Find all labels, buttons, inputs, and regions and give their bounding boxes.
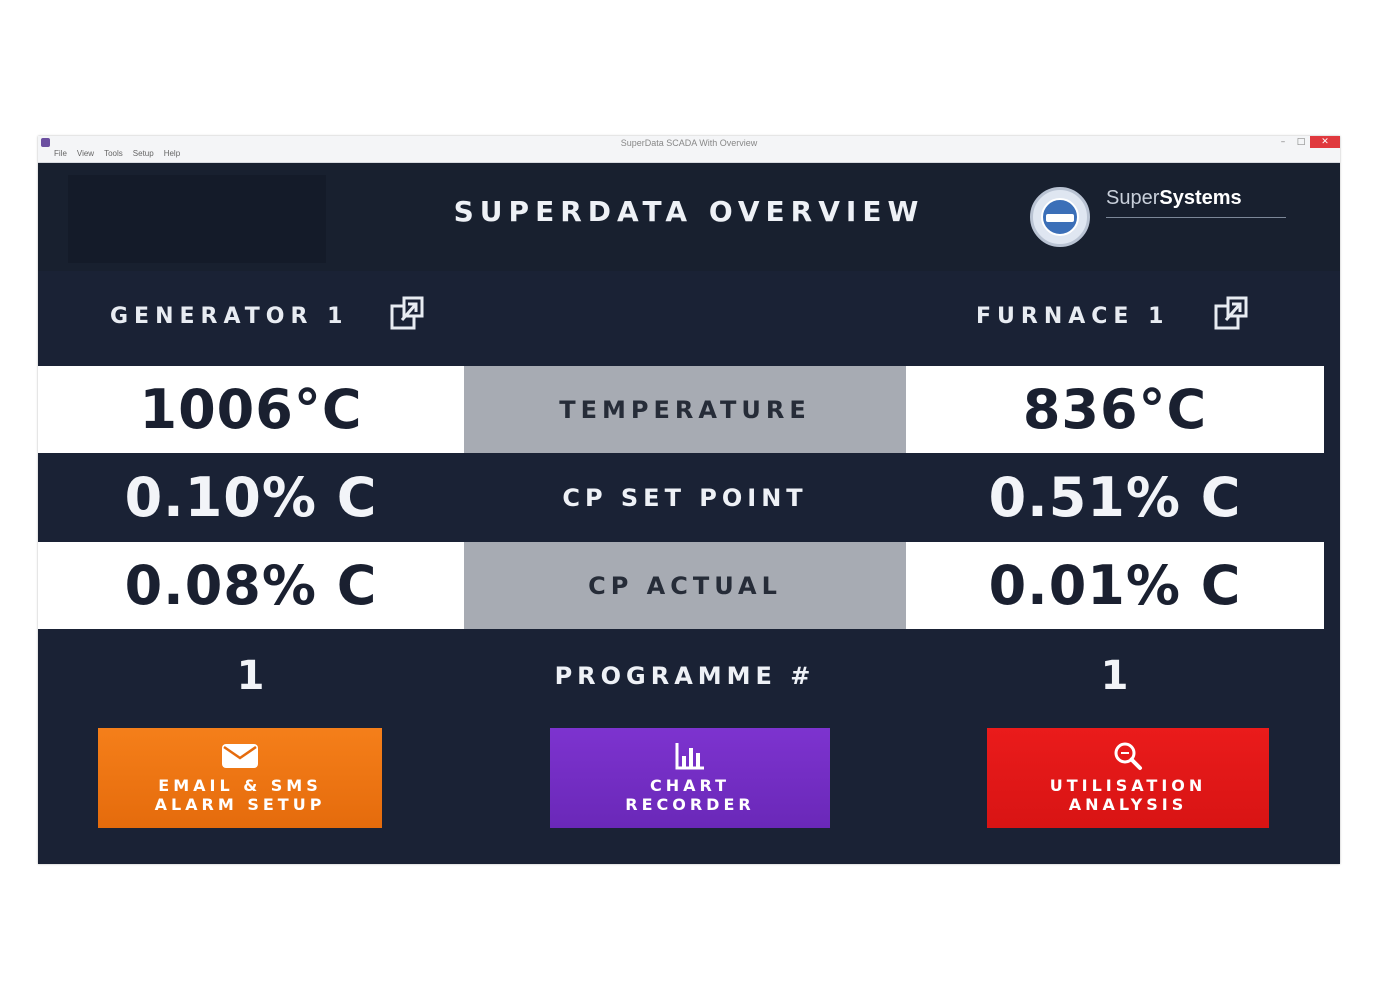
furnace-temperature-value: 836°C [1022, 378, 1208, 441]
minimize-button[interactable]: – [1274, 136, 1292, 148]
window-controls: – □ ✕ [1274, 136, 1340, 148]
envelope-icon [221, 742, 259, 770]
email-button-line1: EMAIL & SMS [158, 776, 322, 795]
cp-actual-row: 0.08% C CP ACTUAL 0.01% C [38, 542, 1324, 629]
menu-file[interactable]: File [54, 149, 67, 158]
util-button-line2: ANALYSIS [1068, 795, 1188, 814]
programme-row: 1 PROGRAMME # 1 [38, 632, 1324, 719]
menu-view[interactable]: View [77, 149, 94, 158]
cp-setpoint-label: CP SET POINT [562, 483, 808, 512]
generator-cp-setpoint-value: 0.10% C [124, 466, 378, 529]
chart-recorder-button[interactable]: CHART RECORDER [550, 728, 830, 828]
window-title: SuperData SCADA With Overview [620, 138, 758, 148]
programme-label: PROGRAMME # [554, 661, 816, 690]
bar-chart-icon [675, 742, 705, 770]
furnace-popout-icon[interactable] [1212, 294, 1252, 334]
utilisation-analysis-button[interactable]: UTILISATION ANALYSIS [987, 728, 1269, 828]
generator-temperature-value: 1006°C [139, 378, 363, 441]
cp-setpoint-row: 0.10% C CP SET POINT 0.51% C [38, 454, 1324, 541]
email-sms-alarm-setup-button[interactable]: EMAIL & SMS ALARM SETUP [98, 728, 382, 828]
app-window: SuperData SCADA With Overview File View … [38, 136, 1340, 864]
header: SUPERDATA OVERVIEW SuperSystems [38, 163, 1340, 271]
chart-button-line1: CHART [649, 776, 731, 795]
menu-tools[interactable]: Tools [104, 149, 123, 158]
generator-label: GENERATOR 1 [110, 304, 349, 329]
util-button-line1: UTILISATION [1049, 776, 1207, 795]
menu-bar: File View Tools Setup Help [54, 149, 180, 158]
logo-text: SuperSystems [1106, 187, 1242, 209]
title-bar: SuperData SCADA With Overview File View … [38, 136, 1340, 163]
menu-setup[interactable]: Setup [133, 149, 154, 158]
maximize-button[interactable]: □ [1292, 136, 1310, 148]
cp-actual-label: CP ACTUAL [588, 571, 782, 600]
email-button-line2: ALARM SETUP [154, 795, 326, 814]
close-button[interactable]: ✕ [1310, 136, 1340, 148]
temperature-label: TEMPERATURE [559, 395, 811, 424]
temperature-row: 1006°C TEMPERATURE 836°C [38, 366, 1324, 453]
furnace-label: FURNACE 1 [976, 304, 1170, 329]
furnace-cp-setpoint-value: 0.51% C [988, 466, 1242, 529]
chart-button-line2: RECORDER [625, 795, 755, 814]
logo-underline [1106, 217, 1286, 218]
menu-help[interactable]: Help [164, 149, 180, 158]
furnace-cp-actual-value: 0.01% C [988, 554, 1242, 617]
generator-programme-value: 1 [236, 652, 266, 699]
furnace-programme-value: 1 [1100, 652, 1130, 699]
generator-popout-icon[interactable] [388, 294, 428, 334]
logo-badge-icon [1030, 187, 1090, 247]
generator-cp-actual-value: 0.08% C [124, 554, 378, 617]
supersystems-logo: SuperSystems [1028, 177, 1290, 259]
magnifier-icon [1113, 742, 1143, 770]
